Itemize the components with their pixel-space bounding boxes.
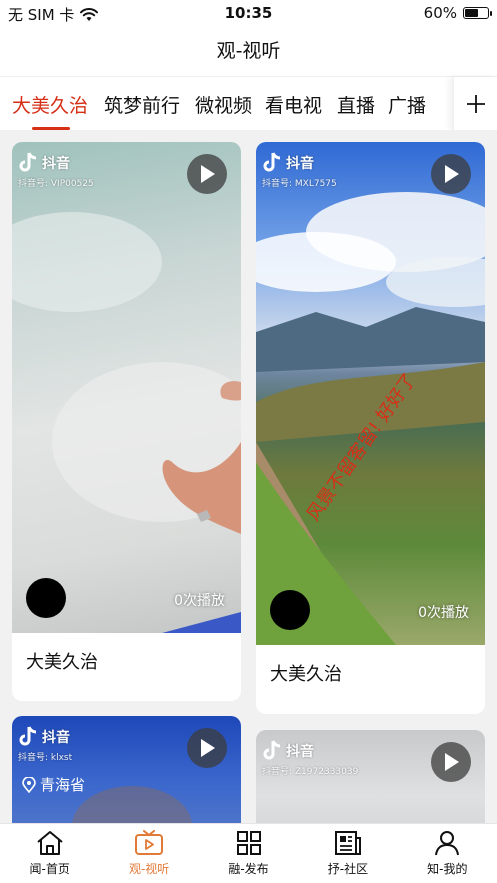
nav-video-label: 观-视听 <box>128 862 170 876</box>
grid-icon <box>236 831 261 855</box>
account-id: 抖音号: MXL7575 <box>262 179 337 189</box>
nav-community[interactable]: 抒-社区 <box>298 824 397 883</box>
tiktok-icon <box>263 152 281 172</box>
play-button[interactable] <box>431 154 471 194</box>
nav-publish[interactable]: 融-发布 <box>199 824 298 883</box>
nav-community-label: 抒-社区 <box>327 862 369 876</box>
play-button[interactable] <box>187 728 227 768</box>
nav-profile-label: 知-我的 <box>427 862 468 876</box>
account-id: 抖音号: Z1972333039 <box>262 767 359 777</box>
tab-watch-tv[interactable]: 看电视 <box>265 91 322 118</box>
bottom-tab-bar: 闻-首页 观-视听 融-发布 抒-社区 知-我的 <box>0 823 497 883</box>
avatar[interactable] <box>270 590 310 630</box>
douyin-logo: 抖音 <box>262 152 314 174</box>
play-count: 0次播放 <box>174 593 225 609</box>
thumbnail-art: 风景不留客留! 好好了 <box>256 192 485 645</box>
tab-radio[interactable]: 广播 <box>388 91 426 118</box>
video-thumbnail[interactable]: 抖音 抖音号: klxst 青海省 <box>12 716 241 823</box>
play-button[interactable] <box>187 154 227 194</box>
play-icon <box>445 753 459 771</box>
nav-home[interactable]: 闻-首页 <box>0 824 99 883</box>
account-id: 抖音号: VIP00525 <box>18 179 94 189</box>
category-tabs: 大美久治 筑梦前行 微视频 看电视 直播 广播 <box>0 76 497 131</box>
video-card[interactable]: 抖音 抖音号: Z1972333039 <box>256 730 485 823</box>
avatar[interactable] <box>26 578 66 618</box>
location-tag: 青海省 <box>22 774 85 795</box>
account-id: 抖音号: klxst <box>18 753 73 763</box>
tab-zhumeng-qianxing[interactable]: 筑梦前行 <box>104 91 180 118</box>
nav-profile[interactable]: 知-我的 <box>398 824 497 883</box>
tab-live[interactable]: 直播 <box>337 91 375 118</box>
tab-damei-jiuzhi[interactable]: 大美久治 <box>12 91 88 118</box>
platform-label: 抖音 <box>42 730 70 746</box>
card-caption: 大美久治 <box>270 664 342 685</box>
douyin-logo: 抖音 <box>18 726 70 748</box>
tiktok-icon <box>19 726 37 746</box>
play-icon <box>201 165 215 183</box>
status-bar: 无 SIM 卡 10:35 60% <box>0 0 497 28</box>
video-card[interactable]: 风景不留客留! 好好了 抖音 抖音号: MXL7575 0次播放 大美久治 <box>256 142 485 714</box>
home-icon <box>37 831 63 855</box>
battery-fill <box>465 9 479 17</box>
status-right: 60% <box>423 4 492 22</box>
video-card[interactable]: 抖音 抖音号: VIP00525 0次播放 大美久治 <box>12 142 241 701</box>
video-card[interactable]: 抖音 抖音号: klxst 青海省 <box>12 716 241 823</box>
play-count: 0次播放 <box>418 605 469 621</box>
nav-home-label: 闻-首页 <box>29 862 70 876</box>
play-icon <box>445 165 459 183</box>
plus-icon <box>466 95 485 113</box>
video-thumbnail[interactable]: 风景不留客留! 好好了 抖音 抖音号: MXL7575 0次播放 <box>256 142 485 645</box>
douyin-logo: 抖音 <box>18 152 70 174</box>
battery-icon <box>463 7 492 19</box>
video-feed[interactable]: 抖音 抖音号: VIP00525 0次播放 大美久治 风景不留客留! 好好了 抖… <box>0 130 497 823</box>
page-title: 观-视听 <box>216 40 281 62</box>
tab-micro-video[interactable]: 微视频 <box>195 91 252 118</box>
play-button[interactable] <box>431 742 471 782</box>
tv-play-icon <box>135 830 164 855</box>
location-label: 青海省 <box>40 776 86 794</box>
douyin-logo: 抖音 <box>262 740 314 762</box>
video-thumbnail[interactable]: 抖音 抖音号: Z1972333039 <box>256 730 485 823</box>
battery-percent: 60% <box>423 4 457 22</box>
nav-video[interactable]: 观-视听 <box>99 824 198 883</box>
newspaper-icon <box>334 831 361 855</box>
tiktok-icon <box>19 152 37 172</box>
user-icon <box>435 831 460 856</box>
card-caption: 大美久治 <box>26 652 98 673</box>
platform-label: 抖音 <box>286 744 314 760</box>
nav-publish-label: 融-发布 <box>228 862 269 876</box>
platform-label: 抖音 <box>42 156 70 172</box>
play-icon <box>201 739 215 757</box>
tiktok-icon <box>263 740 281 760</box>
location-pin-icon <box>22 776 36 793</box>
status-time: 10:35 <box>224 4 273 22</box>
video-thumbnail[interactable]: 抖音 抖音号: VIP00525 0次播放 <box>12 142 241 633</box>
platform-label: 抖音 <box>286 156 314 172</box>
thumbnail-art <box>12 212 241 633</box>
add-tab-button[interactable] <box>453 77 497 131</box>
